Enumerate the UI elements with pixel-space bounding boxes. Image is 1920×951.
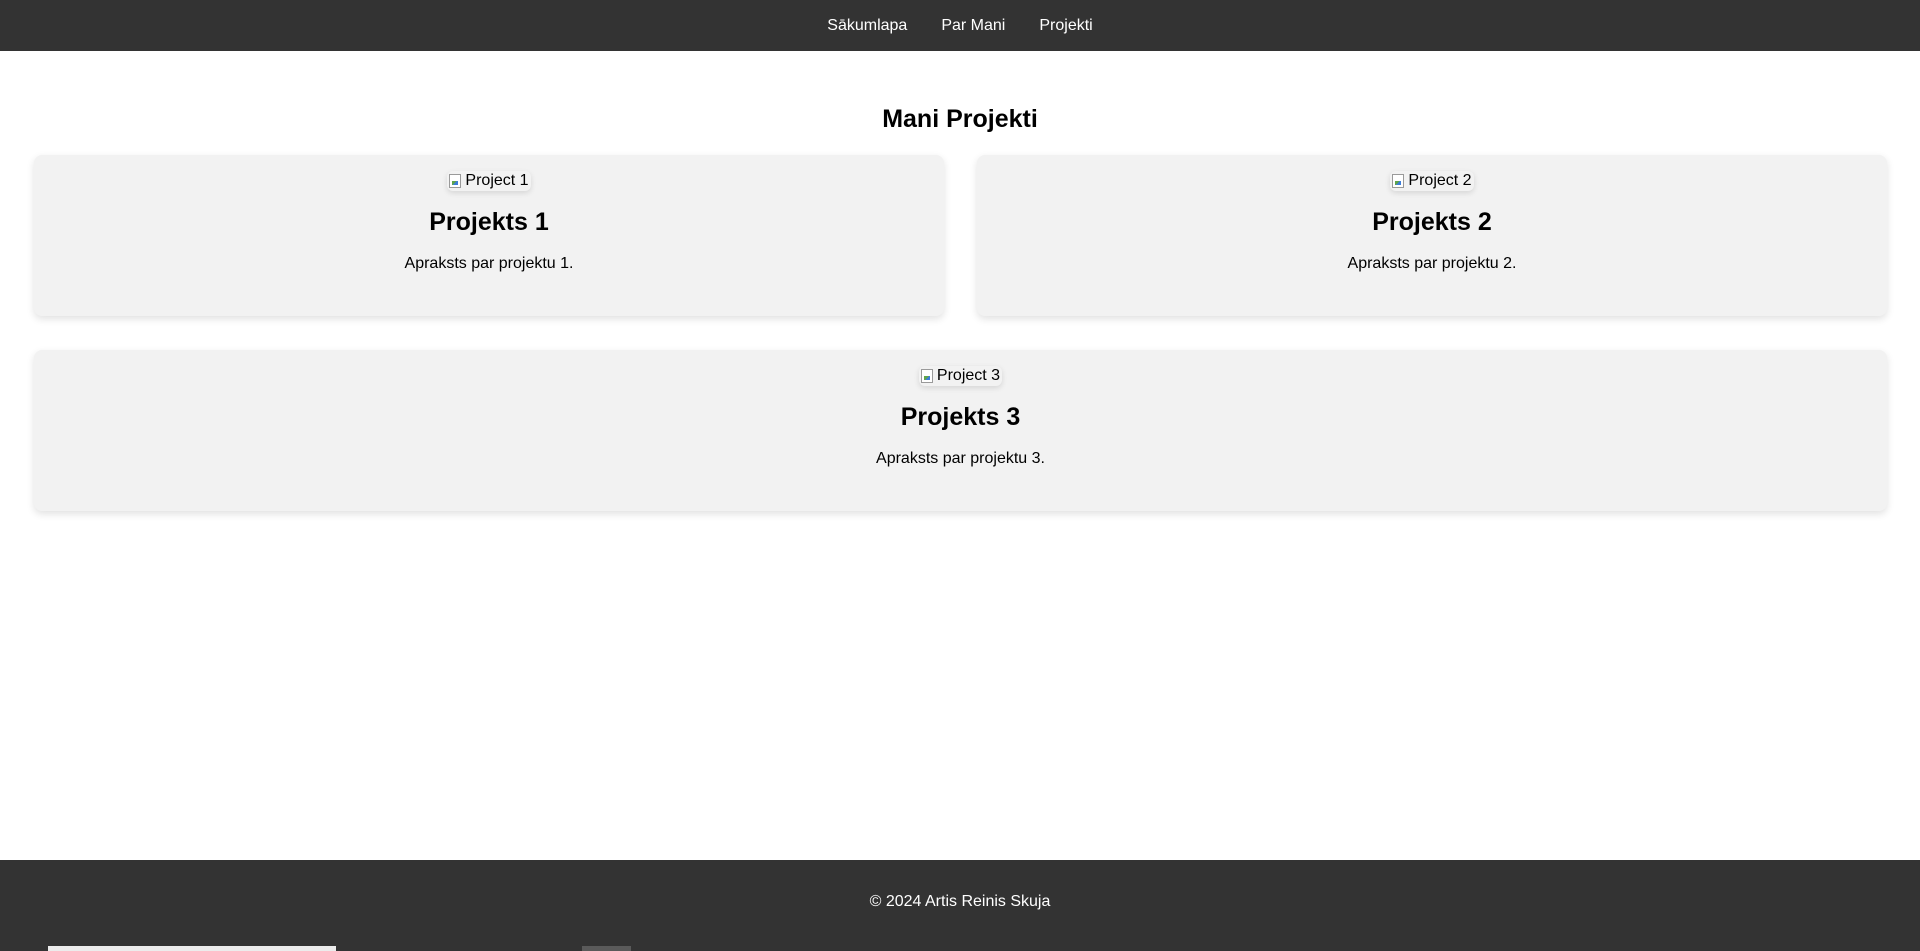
project-card-2: Project 2 Projekts 2 Apraksts par projek…	[977, 155, 1887, 316]
footer-overlay-block	[582, 946, 631, 951]
project-1-title: Projekts 1	[429, 208, 549, 236]
nav-link-par-mani[interactable]: Par Mani	[941, 17, 1005, 35]
project-3-image-alt: Project 3	[936, 367, 1001, 384]
broken-image-icon	[449, 174, 462, 188]
project-2-title: Projekts 2	[1372, 208, 1492, 236]
page-title: Mani Projekti	[882, 105, 1038, 133]
nav-link-projekti[interactable]: Projekti	[1039, 17, 1092, 35]
footer-overlay-bar	[48, 946, 336, 951]
broken-image-icon	[920, 369, 933, 383]
project-3-title: Projekts 3	[900, 403, 1021, 431]
project-1-description: Apraksts par projektu 1.	[404, 255, 574, 272]
project-3-image: Project 3	[919, 366, 1002, 386]
nav-link-sakumlapa[interactable]: Sākumlapa	[827, 17, 907, 35]
page-footer: © 2024 Artis Reinis Skuja	[0, 860, 1920, 951]
top-navigation: Sākumlapa Par Mani Projekti	[0, 0, 1920, 51]
broken-image-icon	[1392, 174, 1405, 188]
project-card-3: Project 3 Projekts 3 Apraksts par projek…	[34, 350, 1887, 511]
project-2-description: Apraksts par projektu 2.	[1347, 255, 1517, 272]
project-card-1: Project 1 Projekts 1 Apraksts par projek…	[34, 155, 944, 316]
project-2-image: Project 2	[1390, 171, 1473, 191]
project-3-description: Apraksts par projektu 3.	[876, 450, 1045, 467]
footer-copyright: © 2024 Artis Reinis Skuja	[869, 893, 1051, 910]
project-2-image-alt: Project 2	[1408, 172, 1472, 189]
project-1-image: Project 1	[447, 171, 530, 191]
project-1-image-alt: Project 1	[465, 172, 529, 189]
